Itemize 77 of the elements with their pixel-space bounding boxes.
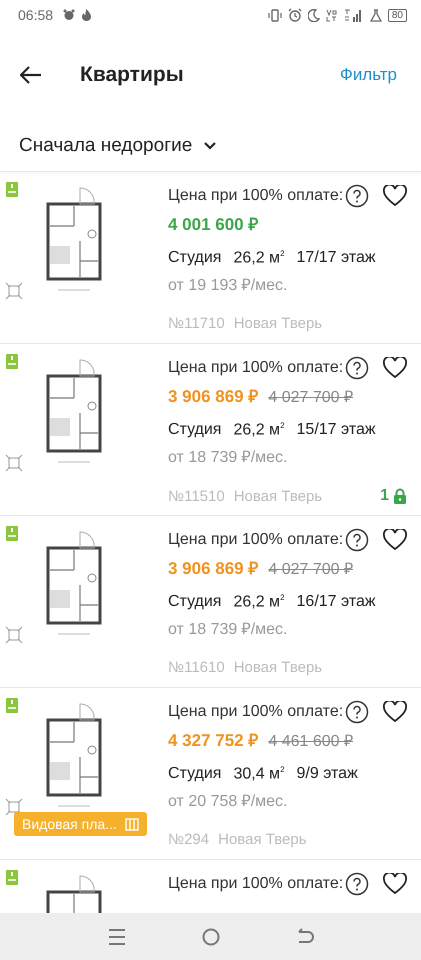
flame-icon (81, 9, 92, 21)
heart-icon[interactable] (383, 701, 407, 723)
heart-icon[interactable] (383, 185, 407, 207)
room-badge-icon (6, 698, 18, 713)
heart-icon[interactable] (383, 357, 407, 379)
help-icon[interactable] (345, 528, 370, 552)
old-price: 4 027 700 ₽ (268, 388, 353, 407)
flask-icon (370, 8, 382, 22)
price-label: Цена при 100% оплате: (168, 187, 344, 205)
battery-indicator: 80 (388, 8, 407, 22)
price-label: Цена при 100% оплате: (168, 875, 344, 893)
lock-icon (393, 488, 407, 504)
menu-icon[interactable] (107, 928, 128, 946)
price-label: Цена при 100% оплате: (168, 359, 344, 377)
apartment-floor: 15/17 этаж (296, 421, 376, 440)
help-icon[interactable] (345, 872, 370, 896)
moon-icon (308, 8, 320, 22)
price: 4 001 600 ₽ (168, 214, 258, 235)
apartment-floor: 9/9 этаж (296, 765, 358, 784)
heart-icon[interactable] (383, 529, 407, 551)
project-name: Новая Тверь (234, 315, 322, 332)
expand-icon[interactable] (5, 626, 23, 644)
sort-dropdown[interactable]: Сначала недорогие (0, 120, 421, 172)
monthly-payment: от 20 758 ₽/мес. (168, 792, 288, 812)
lock-count: 1 (380, 487, 389, 506)
status-time: 06:58 (18, 7, 54, 23)
room-badge-icon (6, 526, 18, 541)
signal-icon (344, 8, 364, 22)
expand-icon[interactable] (5, 454, 23, 472)
room-badge-icon (6, 182, 18, 197)
expand-icon[interactable] (5, 282, 23, 300)
apartment-floor: 16/17 этаж (296, 593, 376, 612)
back-icon[interactable] (296, 928, 314, 946)
heart-icon[interactable] (383, 873, 407, 895)
monthly-payment: от 19 193 ₽/мес. (168, 276, 288, 296)
project-name: Новая Тверь (218, 831, 307, 848)
project-name: Новая Тверь (234, 488, 322, 505)
vibrate-icon (268, 8, 282, 22)
price: 4 327 752 ₽ (168, 730, 258, 751)
old-price: 4 461 600 ₽ (268, 732, 353, 751)
project-name: Новая Тверь (234, 659, 322, 676)
monthly-payment: от 18 739 ₽/мес. (168, 620, 288, 640)
columns-icon (124, 818, 139, 830)
apartment-number: №294 (168, 831, 210, 848)
help-icon[interactable] (345, 700, 370, 724)
apartment-type: Студия (168, 249, 222, 268)
apartment-number: №11610 (168, 659, 225, 676)
price: 3 906 869 ₽ (168, 386, 258, 407)
apartment-type: Студия (168, 421, 222, 440)
help-icon[interactable] (345, 184, 370, 208)
apartment-number: №11510 (168, 488, 225, 505)
room-badge-icon (6, 354, 18, 369)
apartment-area: 30,4 м$^{2}$ (233, 765, 285, 784)
page-title: Квартиры (80, 63, 184, 87)
chevron-down-icon (204, 142, 216, 150)
old-price: 4 027 700 ₽ (268, 560, 353, 579)
apartment-area: 26,2 м$^{2}$ (233, 421, 285, 440)
expand-icon[interactable] (5, 798, 23, 816)
filter-link[interactable]: Фильтр (336, 61, 401, 89)
volte-icon (326, 8, 338, 22)
apartment-type: Студия (168, 765, 222, 784)
apartment-number: №11710 (168, 315, 225, 332)
back-arrow-icon (20, 66, 42, 84)
price-label: Цена при 100% оплате: (168, 531, 344, 549)
apartment-type: Студия (168, 593, 222, 612)
apartment-floor: 17/17 этаж (296, 249, 376, 268)
help-icon[interactable] (345, 356, 370, 380)
home-icon[interactable] (201, 926, 222, 946)
apartment-area: 26,2 м$^{2}$ (233, 593, 285, 612)
view-plan-button[interactable]: Видовая пла... (14, 812, 147, 836)
alarm-icon (63, 9, 76, 21)
apartment-area: 26,2 м$^{2}$ (233, 249, 285, 268)
price-label: Цена при 100% оплате: (168, 703, 344, 721)
price: 3 906 869 ₽ (168, 558, 258, 579)
alarm-clock-icon (288, 8, 302, 22)
room-badge-icon (6, 870, 18, 885)
monthly-payment: от 18 739 ₽/мес. (168, 448, 288, 468)
